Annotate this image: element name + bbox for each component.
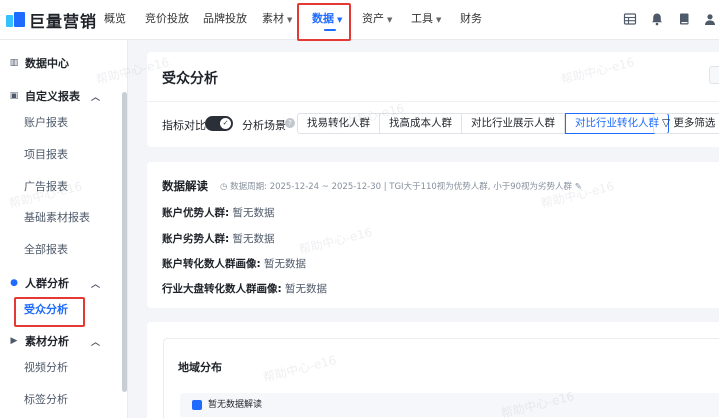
sidebar-group-audience[interactable]: ● 人群分析 ︿	[0, 273, 120, 293]
row-value: 暂无数据	[285, 283, 328, 295]
row-value: 暂无数据	[232, 207, 275, 219]
compare-toggle[interactable]: ✓	[205, 116, 233, 131]
audience-analysis-header-card: 受众分析 指标对比 ✓ 分析场景 ? 找易转化人群 找高成本人群 对比行业展示人…	[147, 52, 719, 147]
edit-icon[interactable]: ✎	[575, 182, 582, 192]
filter-icon: ▽	[662, 117, 674, 129]
more-filter-label: 更多筛选	[673, 117, 716, 129]
region-title: 地域分布	[178, 361, 222, 374]
people-icon: ●	[10, 278, 18, 288]
row-key: 账户转化数人群画像:	[162, 258, 261, 270]
scene-tabs: 找易转化人群 找高成本人群 对比行业展示人群 对比行业转化人群	[297, 113, 669, 134]
interpretation-row: 账户劣势人群: 暂无数据	[162, 231, 275, 246]
nav-item-bidding[interactable]: 竞价投放	[145, 0, 189, 40]
region-inner-card: 地域分布 暂无数据解读	[163, 338, 719, 418]
sidebar: ▥ 数据中心 ▣ 自定义报表 ︿ 账户报表 项目报表 广告报表 基础素材报表 全…	[0, 40, 128, 418]
sidebar-group-custom-report[interactable]: ▣ 自定义报表 ︿	[0, 86, 120, 106]
brand-logo[interactable]: 巨量营销	[6, 9, 97, 31]
highlight-box-audience-analysis	[14, 297, 85, 327]
brand-name: 巨量营销	[29, 12, 98, 31]
nav-item-brand[interactable]: 品牌投放	[203, 0, 247, 40]
video-icon: ▶	[10, 336, 18, 346]
sidebar-group-label: 人群分析	[25, 277, 69, 290]
logo-mark-icon	[6, 12, 26, 28]
bell-icon[interactable]	[650, 12, 664, 26]
row-key: 账户优势人群:	[162, 207, 230, 219]
data-interpretation-card: 数据解读 ◷ 数据周期: 2025-12-24 ~ 2025-12-30 | T…	[147, 162, 719, 308]
header-action-button[interactable]	[709, 66, 719, 84]
sidebar-group-label: 数据中心	[25, 57, 69, 70]
grid-icon[interactable]	[623, 12, 637, 26]
more-filter-button[interactable]: ▽ 更多筛选	[653, 113, 719, 134]
user-icon[interactable]	[703, 12, 717, 26]
sidebar-scrollbar[interactable]	[122, 92, 127, 392]
sidebar-group-label: 素材分析	[25, 335, 69, 348]
sidebar-item-tag-analysis[interactable]: 标签分析	[24, 390, 68, 410]
row-key: 行业大盘转化数人群画像:	[162, 283, 282, 295]
chevron-down-icon: ▼	[436, 16, 442, 24]
book-icon[interactable]	[677, 12, 691, 26]
chevron-up-icon: ︿	[90, 92, 100, 103]
nav-item-finance[interactable]: 财务	[460, 0, 482, 40]
info-icon	[192, 400, 202, 410]
interpretation-row: 账户优势人群: 暂无数据	[162, 205, 275, 220]
interpretation-row: 行业大盘转化数人群画像: 暂无数据	[162, 281, 327, 296]
compare-label: 指标对比	[162, 119, 206, 132]
scene-tab-easy-convert[interactable]: 找易转化人群	[298, 114, 380, 133]
sidebar-item-material-report[interactable]: 基础素材报表	[24, 208, 90, 228]
check-icon: ✓	[220, 118, 231, 129]
sidebar-group-label: 自定义报表	[25, 90, 80, 103]
section-title: 数据解读	[162, 179, 208, 193]
clock-icon: ◷	[220, 182, 231, 192]
nav-item-tools[interactable]: 工具 ▼	[411, 0, 441, 40]
region-distribution-card: 地域分布 暂无数据解读	[147, 322, 719, 418]
region-notice-text: 暂无数据解读	[208, 400, 263, 410]
region-notice: 暂无数据解读	[180, 393, 719, 417]
sidebar-item-project-report[interactable]: 项目报表	[24, 145, 68, 165]
sidebar-item-ad-report[interactable]: 广告报表	[24, 177, 68, 197]
scene-label: 分析场景	[242, 119, 286, 132]
row-value: 暂无数据	[264, 258, 307, 270]
sidebar-item-video-analysis[interactable]: 视频分析	[24, 358, 68, 378]
row-value: 暂无数据	[232, 233, 275, 245]
interpretation-meta-text: 数据周期: 2025-12-24 ~ 2025-12-30 | TGI大于110…	[230, 182, 573, 192]
sidebar-group-data-center[interactable]: ▥ 数据中心	[0, 53, 120, 73]
bar-chart-icon: ▥	[9, 58, 19, 68]
divider	[147, 101, 719, 102]
report-icon: ▣	[9, 91, 19, 101]
chevron-down-icon: ▼	[287, 16, 293, 24]
row-key: 账户劣势人群:	[162, 233, 230, 245]
nav-item-material[interactable]: 素材 ▼	[262, 0, 292, 40]
chevron-up-icon: ︿	[90, 279, 100, 290]
nav-item-assets[interactable]: 资产 ▼	[362, 0, 392, 40]
interpretation-row: 账户转化数人群画像: 暂无数据	[162, 256, 306, 271]
highlight-box-data-nav	[297, 3, 351, 41]
page-title: 受众分析	[162, 71, 218, 87]
top-navigation-bar: 巨量营销 概览 竞价投放 品牌投放 素材 ▼ 数据 ▼ 资产 ▼ 工具 ▼ 财务	[0, 0, 719, 41]
chevron-up-icon: ︿	[90, 337, 100, 348]
interpretation-meta: ◷ 数据周期: 2025-12-24 ~ 2025-12-30 | TGI大于1…	[220, 180, 582, 192]
sidebar-item-account-report[interactable]: 账户报表	[24, 113, 68, 133]
nav-item-overview[interactable]: 概览	[104, 0, 126, 40]
scene-tab-high-cost[interactable]: 找高成本人群	[380, 114, 462, 133]
sidebar-item-all-reports[interactable]: 全部报表	[24, 240, 68, 260]
help-icon[interactable]: ?	[285, 118, 295, 128]
sidebar-group-material-analysis[interactable]: ▶ 素材分析 ︿	[0, 331, 120, 351]
chevron-down-icon: ▼	[387, 16, 393, 24]
scene-tab-industry-display[interactable]: 对比行业展示人群	[462, 114, 565, 133]
